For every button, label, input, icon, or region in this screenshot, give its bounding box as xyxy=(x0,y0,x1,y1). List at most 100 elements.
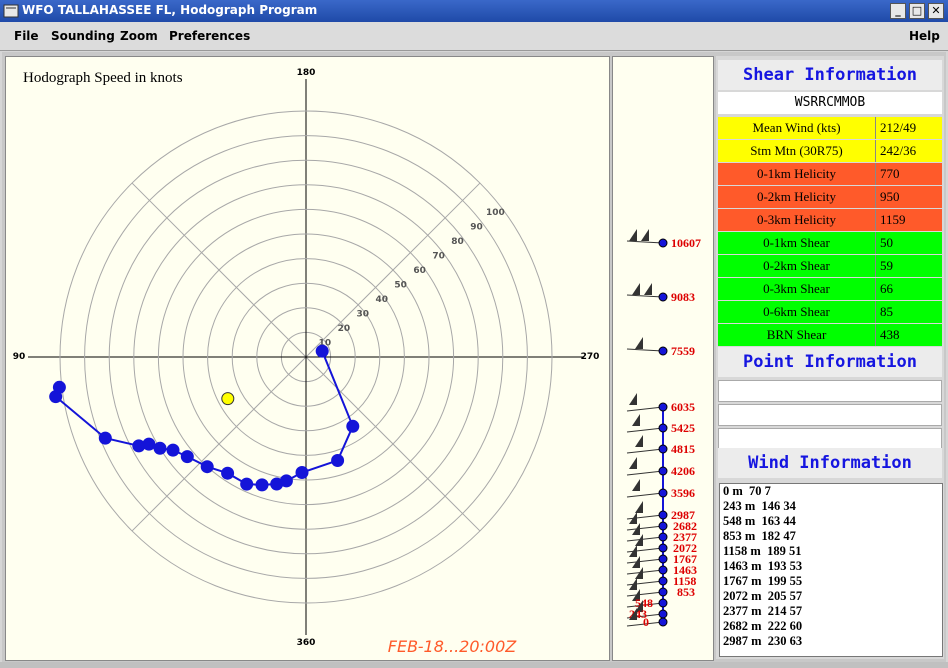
barb-level-point[interactable] xyxy=(658,444,668,454)
shear-row-value: 50 xyxy=(880,235,893,250)
point-info-field-1 xyxy=(718,380,942,402)
app-icon xyxy=(3,4,19,18)
hodograph-point[interactable] xyxy=(346,419,360,433)
barb-level-point[interactable] xyxy=(658,565,668,575)
shear-row-value: 438 xyxy=(880,327,900,342)
barb-level-point[interactable] xyxy=(658,543,668,553)
wind-barb-pennant xyxy=(632,414,640,426)
maximize-icon[interactable]: □ xyxy=(909,3,925,19)
shear-row: Mean Wind (kts) 212/49 xyxy=(718,117,942,139)
hodograph-point[interactable] xyxy=(240,477,254,491)
close-icon[interactable]: ✕ xyxy=(928,3,944,19)
wind-barb-pennant xyxy=(629,393,637,405)
menu-file[interactable]: File xyxy=(14,29,39,43)
shear-row: 0-1km Helicity 770 xyxy=(718,163,942,185)
wind-info-line: 1767 m 199 55 xyxy=(723,574,803,588)
menu-zoom[interactable]: Zoom xyxy=(120,29,158,43)
minimize-icon[interactable]: _ xyxy=(890,3,906,19)
barb-level-point[interactable] xyxy=(658,510,668,520)
barb-height-label: 0 xyxy=(643,615,649,629)
shear-row-label: 0-6km Shear xyxy=(718,301,876,323)
shear-row-value: 212/49 xyxy=(880,120,917,135)
wind-barb-pennant xyxy=(629,229,637,241)
point-info-field-3 xyxy=(718,428,942,450)
wind-barb-panel[interactable]: 10607 9083 7559 6035 5425 4815 4206 3596 2987 268… xyxy=(612,56,714,661)
barb-level-point[interactable] xyxy=(658,617,668,627)
barb-level-point[interactable] xyxy=(658,292,668,302)
ring-label: 60 xyxy=(413,266,426,276)
barb-level-point[interactable] xyxy=(658,466,668,476)
shear-row-value: 66 xyxy=(880,281,893,296)
wind-barb-pennant xyxy=(632,479,640,491)
barb-level-point[interactable] xyxy=(658,532,668,542)
barb-level-point[interactable] xyxy=(658,402,668,412)
hodograph-point[interactable] xyxy=(153,441,167,455)
hodograph-point[interactable] xyxy=(180,450,194,464)
barb-level-point[interactable] xyxy=(658,598,668,608)
menu-help[interactable]: Help xyxy=(909,29,940,43)
shear-row-label: 0-2km Shear xyxy=(718,255,876,277)
hodograph-point[interactable] xyxy=(295,466,309,479)
menu-preferences[interactable]: Preferences xyxy=(169,29,250,43)
wind-barb-staff xyxy=(626,470,664,476)
wind-barb-staff xyxy=(626,580,664,586)
barb-level-point[interactable] xyxy=(658,521,668,531)
hodograph-plot[interactable]: 102030405060708090100Hodograph Speed in … xyxy=(6,57,609,660)
wind-barb-plot[interactable]: 1060790837559603554254815420635962987268… xyxy=(613,57,713,660)
barb-level-point[interactable] xyxy=(658,423,668,433)
shear-row-value: 85 xyxy=(880,304,893,319)
direction-label-right: 270 xyxy=(581,352,600,362)
hodograph-point[interactable] xyxy=(221,466,235,480)
barb-level-point[interactable] xyxy=(658,488,668,498)
barb-level-point[interactable] xyxy=(658,609,668,619)
hodograph-point[interactable] xyxy=(270,477,284,491)
hodograph-point[interactable] xyxy=(200,460,214,474)
shear-row-label: Stm Mtn (30R75) xyxy=(718,140,876,162)
wind-barb-pennant xyxy=(632,283,640,295)
hodograph-point[interactable] xyxy=(315,344,329,358)
ring-label: 30 xyxy=(357,310,370,320)
shear-row-label: 0-2km Helicity xyxy=(718,186,876,208)
hodograph-point[interactable] xyxy=(98,431,112,445)
wind-info-line: 0 m 70 7 xyxy=(723,484,771,498)
wind-info-line: 548 m 163 44 xyxy=(723,514,796,528)
hodograph-panel[interactable]: 10 20 30 40 50 60 70 80 90 100 Hodograph Speed in … xyxy=(5,56,610,661)
barb-level-point[interactable] xyxy=(658,576,668,586)
direction-label-bottom: 360 xyxy=(297,638,316,648)
station-id: WSRRCMMOB xyxy=(718,92,942,114)
hodograph-point[interactable] xyxy=(331,454,345,467)
wind-barb-staff xyxy=(626,558,664,564)
wind-info-line: 2987 m 230 63 xyxy=(723,634,803,648)
shear-row: 0-2km Helicity 950 xyxy=(718,186,942,208)
wind-barb-pennant xyxy=(629,457,637,469)
hodograph-point[interactable] xyxy=(255,478,269,492)
menu-sounding[interactable]: Sounding xyxy=(51,29,115,43)
barb-level-point[interactable] xyxy=(658,346,668,356)
ring-label: 50 xyxy=(394,280,407,290)
wind-barb-pennant xyxy=(629,545,637,557)
hodograph-title: Hodograph Speed in knots xyxy=(23,70,183,86)
wind-barb-staff xyxy=(626,536,664,542)
window-titlebar[interactable]: WFO TALLAHASSEE FL, Hodograph Program _ … xyxy=(0,0,948,22)
wind-information-list[interactable]: 0 m 70 7 243 m 146 34 548 m 163 44 853 m 18… xyxy=(719,483,943,657)
wind-info-line: 2682 m 222 60 xyxy=(723,619,803,633)
shear-row-value: 950 xyxy=(880,189,900,204)
hodograph-point[interactable] xyxy=(166,443,180,457)
shear-row-value: 59 xyxy=(880,258,893,273)
wind-barb-staff xyxy=(626,348,664,352)
hodograph-point[interactable] xyxy=(132,439,146,453)
barb-level-point[interactable] xyxy=(658,587,668,597)
wind-barb-staff xyxy=(626,240,664,244)
storm-motion-point[interactable] xyxy=(221,392,235,406)
shear-row-label: Mean Wind (kts) xyxy=(718,117,876,139)
barb-level-point[interactable] xyxy=(658,238,668,248)
wind-info-line: 2072 m 205 57 xyxy=(723,589,803,603)
shear-information-header: Shear Information xyxy=(718,60,942,90)
ring-label: 40 xyxy=(376,295,389,305)
wind-information-header: Wind Information xyxy=(718,448,942,478)
point-info-field-2 xyxy=(718,404,942,426)
wind-barb-staff xyxy=(626,547,664,553)
hodograph-point[interactable] xyxy=(52,380,66,394)
wind-barb-staff xyxy=(626,525,664,531)
barb-level-point[interactable] xyxy=(658,554,668,564)
